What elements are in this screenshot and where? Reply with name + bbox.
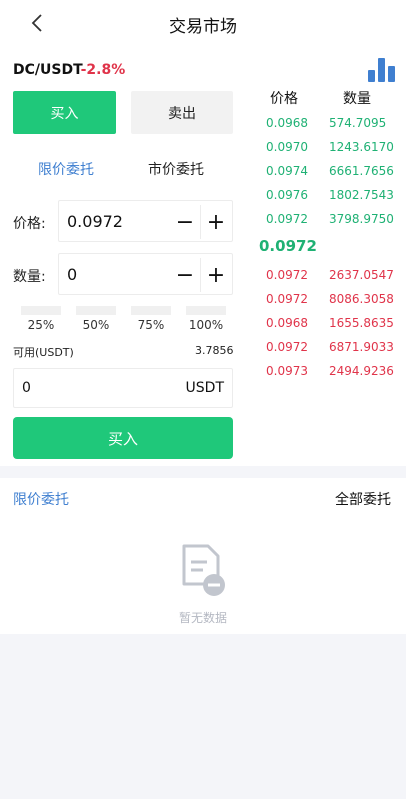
pair-label: DC/USDT-2.8%	[13, 62, 125, 78]
price-field: 0.0972 − +	[58, 200, 233, 242]
page-title: 交易市场	[169, 17, 237, 37]
available-label: 可用(USDT)	[13, 346, 74, 359]
orderbook-price: 0.0968	[266, 116, 308, 130]
price-label: 价格:	[13, 216, 46, 232]
amount-field: 0 − +	[58, 253, 233, 295]
orderbook-price: 0.0973	[266, 364, 308, 378]
percent-option[interactable]: 50%	[76, 306, 116, 332]
tab-market-order[interactable]: 市价委托	[148, 159, 204, 179]
percent-option[interactable]: 100%	[186, 306, 226, 332]
amount-label: 数量:	[13, 269, 46, 285]
orderbook-ask-row[interactable]: 0.0972 8086.3058	[259, 292, 399, 310]
orderbook-price-header: 价格	[270, 91, 298, 107]
all-orders-link[interactable]: 全部委托	[335, 489, 391, 509]
orderbook-qty: 1655.8635	[329, 316, 394, 330]
orderbook-ask-row[interactable]: 0.0968 1655.8635	[259, 316, 399, 334]
bar-chart-icon[interactable]	[368, 56, 396, 82]
orderbook-ask-row[interactable]: 0.0972 2637.0547	[259, 268, 399, 286]
amount-decrement-button[interactable]: −	[170, 260, 200, 290]
orderbook-qty: 1243.6170	[329, 140, 394, 154]
buy-tab[interactable]: 买入	[13, 91, 116, 134]
orderbook-price: 0.0972	[266, 212, 308, 226]
price-decrement-button[interactable]: −	[170, 207, 200, 237]
orders-panel: 限价委托 全部委托 暂无数据	[0, 478, 406, 634]
orderbook-bid-row[interactable]: 0.0972 3798.9750	[259, 212, 399, 230]
empty-state-text: 暂无数据	[178, 611, 227, 625]
tab-limit-orders[interactable]: 限价委托	[13, 489, 69, 509]
orderbook-price: 0.0972	[266, 292, 308, 306]
orderbook-price: 0.0972	[266, 340, 308, 354]
orderbook-price: 0.0976	[266, 188, 308, 202]
document-minus-icon	[182, 544, 225, 596]
orderbook-qty: 2494.9236	[329, 364, 394, 378]
tab-limit-order[interactable]: 限价委托	[38, 159, 94, 179]
pair-change: -2.8%	[80, 62, 126, 78]
total-input[interactable]: 0	[22, 380, 31, 396]
pair-symbol: DC/USDT	[13, 62, 81, 78]
orderbook-price: 0.0972	[266, 268, 308, 282]
orderbook-qty: 2637.0547	[329, 268, 394, 282]
submit-buy-button[interactable]: 买入	[13, 417, 233, 459]
percent-option[interactable]: 75%	[131, 306, 171, 332]
orderbook-price: 0.0974	[266, 164, 308, 178]
amount-increment-button[interactable]: +	[201, 260, 231, 290]
orderbook-qty: 3798.9750	[329, 212, 394, 226]
percent-option[interactable]: 25%	[21, 306, 61, 332]
orderbook-bid-row[interactable]: 0.0968 574.7095	[259, 116, 399, 134]
orderbook-price: 0.0968	[266, 316, 308, 330]
total-unit: USDT	[185, 380, 224, 396]
orderbook-qty: 6871.9033	[329, 340, 394, 354]
orderbook-ask-row[interactable]: 0.0972 6871.9033	[259, 340, 399, 358]
amount-input[interactable]: 0	[67, 265, 77, 284]
orderbook-qty: 8086.3058	[329, 292, 394, 306]
orderbook-qty-header: 数量	[343, 91, 371, 107]
orderbook-bid-row[interactable]: 0.0970 1243.6170	[259, 140, 399, 158]
orderbook-qty: 6661.7656	[329, 164, 394, 178]
trade-panel: 交易市场 DC/USDT-2.8% 买入 卖出 限价委托 市价委托 价格: 0.…	[0, 0, 406, 466]
orderbook-qty: 1802.7543	[329, 188, 394, 202]
orderbook-qty: 574.7095	[329, 116, 387, 130]
price-increment-button[interactable]: +	[201, 207, 231, 237]
available-value: 3.7856	[195, 344, 234, 357]
orderbook-ask-row[interactable]: 0.0973 2494.9236	[259, 364, 399, 382]
last-price: 0.0972	[259, 237, 317, 255]
sell-tab[interactable]: 卖出	[131, 91, 233, 134]
header: 交易市场	[0, 0, 406, 48]
orderbook-bid-row[interactable]: 0.0976 1802.7543	[259, 188, 399, 206]
orderbook-price: 0.0970	[266, 140, 308, 154]
page: 交易市场 DC/USDT-2.8% 买入 卖出 限价委托 市价委托 价格: 0.…	[0, 0, 406, 799]
total-field[interactable]: 0 USDT	[13, 368, 233, 408]
price-input[interactable]: 0.0972	[67, 212, 123, 231]
orderbook-bid-row[interactable]: 0.0974 6661.7656	[259, 164, 399, 182]
percent-selector: 25% 50% 75% 100%	[21, 306, 231, 336]
